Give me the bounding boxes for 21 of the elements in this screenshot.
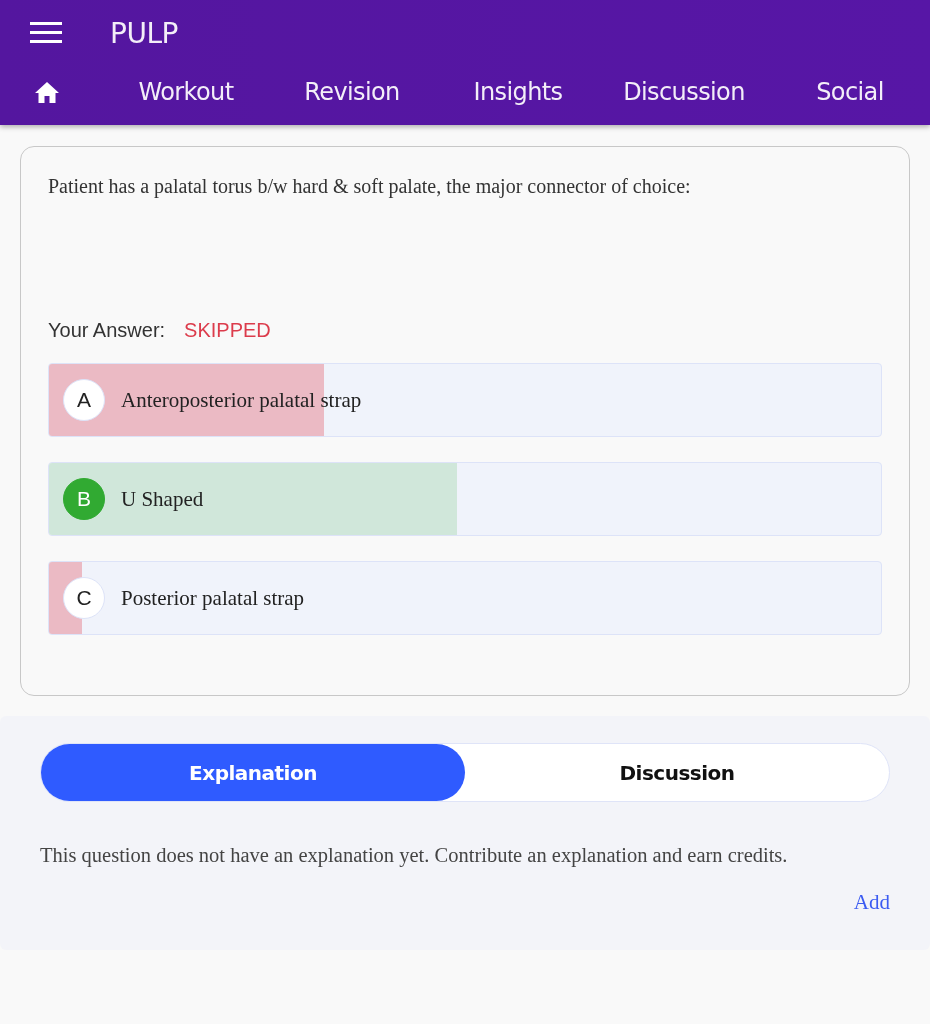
- nav-tab[interactable]: Insights: [435, 78, 601, 106]
- answer-option[interactable]: C Posterior palatal strap: [48, 561, 882, 635]
- add-link[interactable]: Add: [853, 890, 890, 915]
- app-title: PULP: [110, 16, 178, 50]
- answer-option[interactable]: A Anteroposterior palatal strap: [48, 363, 882, 437]
- nav-tab[interactable]: Social: [767, 78, 930, 106]
- answer-label: Your Answer:: [48, 319, 166, 343]
- tab[interactable]: Discussion: [465, 744, 889, 801]
- option-text: Posterior palatal strap: [121, 585, 305, 611]
- tab[interactable]: Explanation: [41, 744, 465, 801]
- answer-option[interactable]: B U Shaped: [48, 462, 882, 536]
- explanation-text: This question does not have an explanation yet. Contribute an explanation and earn credits.: [40, 844, 789, 867]
- nav-tab[interactable]: Discussion: [601, 78, 767, 106]
- option-text: U Shaped: [121, 486, 204, 512]
- option-text: Anteroposterior palatal strap: [121, 387, 362, 413]
- answer-value: SKIPPED: [184, 319, 271, 343]
- home-icon[interactable]: [34, 81, 59, 103]
- menu-icon[interactable]: [30, 22, 62, 44]
- question-text: Patient has a palatal torus b/w hard & soft palate, the major connector of choice:: [48, 175, 692, 200]
- nav-tab[interactable]: Workout: [103, 78, 269, 106]
- nav-tab[interactable]: Revision: [269, 78, 435, 106]
